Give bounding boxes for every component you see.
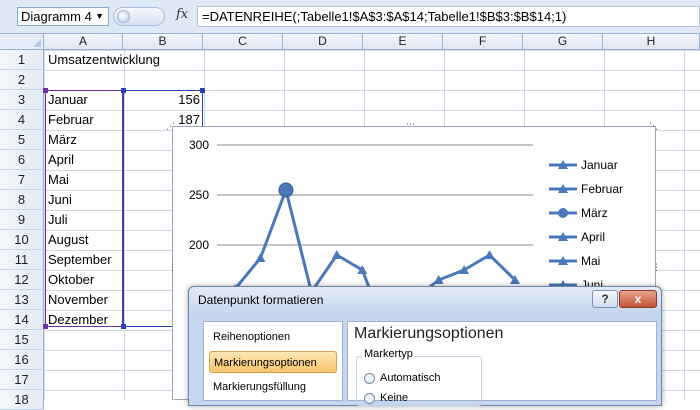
dialog-content-pane: Markierungsoptionen Markertyp Automatisc… <box>347 321 657 406</box>
column-header-a[interactable]: A <box>44 34 123 50</box>
legend-label: April <box>581 230 605 244</box>
dialog-nav-pane: Reihenoptionen Markierungsoptionen Marki… <box>203 321 343 401</box>
row-header[interactable]: 3 <box>0 90 44 110</box>
data-point-marker[interactable] <box>278 182 294 198</box>
y-tick-label: 250 <box>189 188 209 202</box>
row-header[interactable]: 5 <box>0 130 44 150</box>
legend-label: Februar <box>581 182 623 196</box>
dialog-title: Datenpunkt formatieren <box>198 293 324 307</box>
row-header[interactable]: 18 <box>0 390 44 410</box>
chart-resize-handle[interactable]: ⋯ <box>406 119 416 130</box>
column-header-g[interactable]: G <box>523 34 603 50</box>
row-header[interactable]: 16 <box>0 350 44 370</box>
radio-none[interactable]: Keine <box>364 390 408 406</box>
data-point-marker[interactable] <box>484 250 495 259</box>
column-header-e[interactable]: E <box>363 34 443 50</box>
name-box-value: Diagramm 4 <box>21 9 92 24</box>
help-button[interactable]: ? <box>592 290 618 308</box>
legend-entry[interactable]: Januar <box>549 158 618 172</box>
formula-bar: Diagramm 4 ▼ fx =DATENREIHE(;Tabelle1!$A… <box>0 0 700 34</box>
range-resize-handle[interactable] <box>43 88 48 93</box>
radio-button[interactable] <box>364 372 375 384</box>
nav-item-marker-options[interactable]: Markierungsoptionen <box>209 351 337 373</box>
row-header[interactable]: 6 <box>0 150 44 170</box>
row-header[interactable]: 15 <box>0 330 44 350</box>
format-data-point-dialog: Datenpunkt formatieren ? x Reihenoptione… <box>188 286 662 406</box>
legend-label: Januar <box>581 158 618 172</box>
close-button[interactable]: x <box>619 290 657 308</box>
row-header[interactable]: 2 <box>0 70 44 90</box>
marker-type-label: Markertyp <box>362 348 415 360</box>
range-resize-handle[interactable] <box>121 324 126 329</box>
row-header[interactable]: 7 <box>0 170 44 190</box>
legend-label: Mai <box>581 254 600 268</box>
row-header[interactable]: 13 <box>0 290 44 310</box>
insert-function-icon[interactable]: fx <box>176 7 188 22</box>
row-header[interactable]: 8 <box>0 190 44 210</box>
row-header[interactable]: 4 <box>0 110 44 130</box>
legend-entry[interactable]: Februar <box>549 182 623 196</box>
row-header[interactable]: 11 <box>0 250 44 270</box>
select-all-corner[interactable] <box>0 34 44 50</box>
y-tick-label: 300 <box>189 138 209 152</box>
column-header-c[interactable]: C <box>203 34 283 50</box>
chart-resize-handle[interactable]: ⋱ <box>649 121 659 132</box>
circle-icon <box>117 10 130 23</box>
nav-item-marker-fill[interactable]: Markierungsfüllung <box>209 376 337 398</box>
nav-item-series-options[interactable]: Reihenoptionen <box>209 326 337 348</box>
legend-entry[interactable]: April <box>549 230 605 244</box>
range-resize-handle[interactable] <box>43 324 48 329</box>
formula-input[interactable]: =DATENREIHE(;Tabelle1!$A$3:$A$14;Tabelle… <box>197 6 700 27</box>
row-header[interactable]: 12 <box>0 270 44 290</box>
chart-resize-handle[interactable]: ⋰ <box>166 121 176 132</box>
chart-resize-handle[interactable]: ⋮ <box>168 262 178 273</box>
y-tick-label: 200 <box>189 238 209 252</box>
section-title: Markierungsoptionen <box>354 325 504 342</box>
legend-label: März <box>581 206 608 220</box>
radio-automatic[interactable]: Automatisch <box>364 370 441 386</box>
row-header[interactable]: 14 <box>0 310 44 330</box>
radio-label: Automatisch <box>380 372 441 384</box>
cell-a1-title[interactable]: Umsatzentwicklung <box>48 50 160 70</box>
formula-bar-resize-control[interactable] <box>113 7 165 26</box>
name-box[interactable]: Diagramm 4 ▼ <box>17 7 109 26</box>
row-header[interactable]: 9 <box>0 210 44 230</box>
column-header-h[interactable]: H <box>603 34 700 50</box>
legend-entry[interactable]: Mai <box>549 254 600 268</box>
legend-entry[interactable]: März <box>549 206 608 220</box>
column-header-b[interactable]: B <box>123 34 203 50</box>
dialog-title-bar[interactable]: Datenpunkt formatieren ? x <box>189 287 661 315</box>
row-header[interactable]: 1 <box>0 50 44 70</box>
radio-button[interactable] <box>364 392 375 404</box>
data-point-marker[interactable] <box>331 250 342 259</box>
column-header-d[interactable]: D <box>283 34 363 50</box>
range-resize-handle[interactable] <box>200 88 205 93</box>
category-range-highlight <box>45 90 123 327</box>
column-header-f[interactable]: F <box>443 34 523 50</box>
data-point-marker[interactable] <box>255 253 266 262</box>
radio-label: Keine <box>380 392 409 404</box>
chevron-down-icon[interactable]: ▼ <box>95 8 104 25</box>
range-resize-handle[interactable] <box>121 88 126 93</box>
chart-resize-handle[interactable]: ⋮ <box>652 262 662 273</box>
row-header[interactable]: 10 <box>0 230 44 250</box>
row-header[interactable]: 17 <box>0 370 44 390</box>
dialog-body: Reihenoptionen Markierungsoptionen Marki… <box>195 315 657 407</box>
legend-marker <box>558 208 568 218</box>
